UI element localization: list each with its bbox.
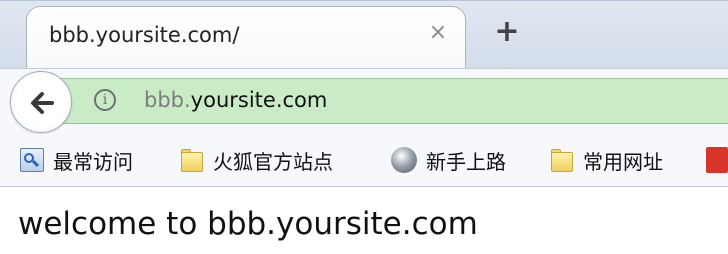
bookmark-label: 火狐官方站点 bbox=[213, 149, 333, 174]
red-app-icon bbox=[706, 147, 728, 173]
bookmark-label: 最常访问 bbox=[53, 149, 133, 174]
tab-active[interactable]: bbb.yoursite.com/ × bbox=[26, 6, 466, 69]
bookmark-getting-started[interactable]: 新手上路 bbox=[391, 146, 506, 174]
bookmark-extra[interactable] bbox=[706, 146, 728, 174]
folder-icon bbox=[550, 148, 574, 172]
url-subdomain: bbb. bbox=[144, 88, 191, 112]
close-tab-icon[interactable]: × bbox=[425, 20, 451, 46]
bookmark-label: 新手上路 bbox=[426, 149, 506, 174]
bookmark-firefox-official[interactable]: 火狐官方站点 bbox=[180, 146, 333, 174]
back-button[interactable] bbox=[10, 71, 72, 133]
new-tab-button[interactable]: + bbox=[492, 17, 522, 48]
bookmarks-toolbar: 最常访问 火狐官方站点 新手上路 常用网址 bbox=[0, 134, 728, 187]
page-heading: welcome to bbb.yoursite.com bbox=[18, 206, 478, 242]
info-icon[interactable]: i bbox=[94, 89, 116, 111]
bookmark-most-visited[interactable]: 最常访问 bbox=[20, 146, 133, 174]
folder-icon bbox=[180, 148, 204, 172]
history-icon bbox=[20, 148, 44, 172]
back-arrow-icon bbox=[31, 92, 54, 114]
bookmark-label: 常用网址 bbox=[583, 149, 663, 174]
tab-title: bbb.yoursite.com/ bbox=[49, 23, 240, 47]
globe-icon bbox=[391, 147, 417, 173]
url-text[interactable]: bbb.yoursite.com bbox=[144, 88, 327, 112]
url-domain: yoursite.com bbox=[190, 88, 328, 112]
address-bar[interactable] bbox=[26, 78, 728, 124]
tab-strip: bbb.yoursite.com/ × + bbox=[0, 0, 728, 69]
navigation-bar: i bbb.yoursite.com bbox=[0, 68, 728, 135]
bookmark-common-sites[interactable]: 常用网址 bbox=[550, 146, 663, 174]
